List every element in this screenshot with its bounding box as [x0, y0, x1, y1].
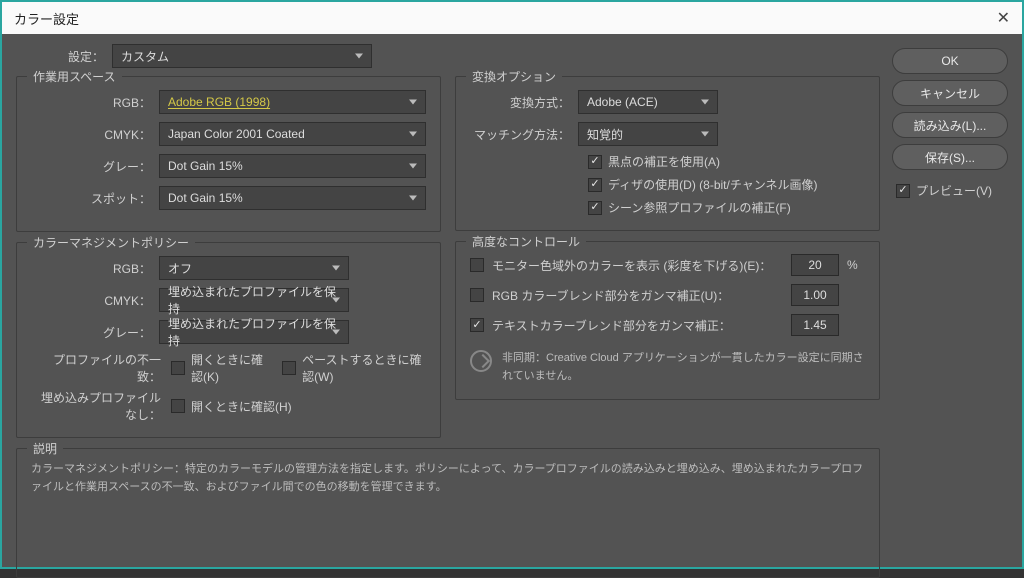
cancel-button[interactable]: キャンセル — [892, 80, 1008, 106]
dither-label: ディザの使用(D) (8-bit/チャンネル画像) — [608, 176, 817, 193]
save-button[interactable]: 保存(S)... — [892, 144, 1008, 170]
rgb-gamma-input[interactable] — [791, 284, 839, 306]
scene-label: シーン参照プロファイルの補正(F) — [608, 199, 791, 216]
ok-button[interactable]: OK — [892, 48, 1008, 74]
text-gamma-checkbox[interactable] — [470, 318, 484, 332]
engine-select[interactable]: Adobe (ACE) — [578, 90, 718, 114]
mismatch-label: プロファイルの不一致： — [31, 351, 161, 385]
convert-fieldset: 変換オプション 変換方式： Adobe (ACE) マッチング方法： 知覚的 黒… — [455, 76, 880, 231]
scene-checkbox[interactable] — [588, 201, 602, 215]
ask-open2-checkbox[interactable] — [171, 399, 185, 413]
description-title: 説明 — [27, 440, 63, 457]
ask-open2-label: 開くときに確認(H) — [191, 398, 292, 415]
ask-open-label: 開くときに確認(K) — [191, 351, 272, 385]
engine-label: 変換方式： — [470, 94, 570, 111]
gray-select[interactable]: Dot Gain 15% — [159, 154, 426, 178]
description-fieldset: 説明 カラーマネジメントポリシー：特定のカラーモデルの管理方法を指定します。ポリ… — [16, 448, 880, 578]
cmyk-select[interactable]: Japan Color 2001 Coated — [159, 122, 426, 146]
policy-title: カラーマネジメントポリシー — [27, 234, 195, 251]
workspace-fieldset: 作業用スペース RGB： Adobe RGB (1998) CMYK： Japa… — [16, 76, 441, 232]
spot-select[interactable]: Dot Gain 15% — [159, 186, 426, 210]
advanced-fieldset: 高度なコントロール モニター色域外のカラーを表示 (彩度を下げる)(E)： % … — [455, 241, 880, 400]
load-button[interactable]: 読み込み(L)... — [892, 112, 1008, 138]
desat-checkbox[interactable] — [470, 258, 484, 272]
rgb-label: RGB： — [31, 94, 151, 111]
dither-checkbox[interactable] — [588, 178, 602, 192]
intent-select[interactable]: 知覚的 — [578, 122, 718, 146]
policy-cmyk-label: CMYK： — [31, 292, 151, 309]
preview-checkbox[interactable] — [896, 184, 910, 198]
missing-label: 埋め込みプロファイルなし： — [31, 389, 161, 423]
ask-open-checkbox[interactable] — [171, 361, 185, 375]
policy-gray-select[interactable]: 埋め込まれたプロファイルを保持 — [159, 320, 349, 344]
dialog-title: カラー設定 — [14, 9, 79, 28]
close-icon[interactable]: ✕ — [997, 8, 1010, 28]
ask-paste-label: ペーストするときに確認(W) — [302, 351, 426, 385]
gray-label: グレー： — [31, 158, 151, 175]
policy-rgb-label: RGB： — [31, 260, 151, 277]
ask-paste-checkbox[interactable] — [282, 361, 296, 375]
policy-fieldset: カラーマネジメントポリシー RGB： オフ CMYK： 埋め込まれたプロファイル… — [16, 242, 441, 438]
rgb-gamma-checkbox[interactable] — [470, 288, 484, 302]
spot-label: スポット： — [31, 190, 151, 207]
rgb-select[interactable]: Adobe RGB (1998) — [159, 90, 426, 114]
titlebar: カラー設定 ✕ — [2, 2, 1022, 34]
policy-cmyk-select[interactable]: 埋め込まれたプロファイルを保持 — [159, 288, 349, 312]
policy-rgb-select[interactable]: オフ — [159, 256, 349, 280]
cmyk-label: CMYK： — [31, 126, 151, 143]
text-gamma-input[interactable] — [791, 314, 839, 336]
bpc-label: 黒点の補正を使用(A) — [608, 153, 720, 170]
desat-label: モニター色域外のカラーを表示 (彩度を下げる)(E)： — [492, 257, 783, 274]
convert-title: 変換オプション — [466, 68, 562, 85]
rgb-gamma-label: RGB カラーブレンド部分をガンマ補正(U)： — [492, 287, 783, 304]
intent-label: マッチング方法： — [470, 126, 570, 143]
settings-select[interactable]: カスタム — [112, 44, 372, 68]
desat-input[interactable] — [791, 254, 839, 276]
sync-icon — [470, 350, 492, 372]
description-text: カラーマネジメントポリシー：特定のカラーモデルの管理方法を指定します。ポリシーに… — [31, 461, 865, 496]
sync-text: 非同期：Creative Cloud アプリケーションが一貫したカラー設定に同期… — [502, 350, 865, 385]
percent-unit: % — [847, 258, 865, 272]
policy-gray-label: グレー： — [31, 324, 151, 341]
settings-label: 設定： — [56, 48, 104, 65]
color-settings-dialog: カラー設定 ✕ 設定： カスタム 作業用スペース RGB： Adobe RGB … — [0, 0, 1024, 569]
preview-label: プレビュー(V) — [916, 182, 992, 199]
workspace-title: 作業用スペース — [27, 68, 122, 85]
bpc-checkbox[interactable] — [588, 155, 602, 169]
advanced-title: 高度なコントロール — [466, 233, 586, 250]
text-gamma-label: テキストカラーブレンド部分をガンマ補正： — [492, 317, 783, 334]
